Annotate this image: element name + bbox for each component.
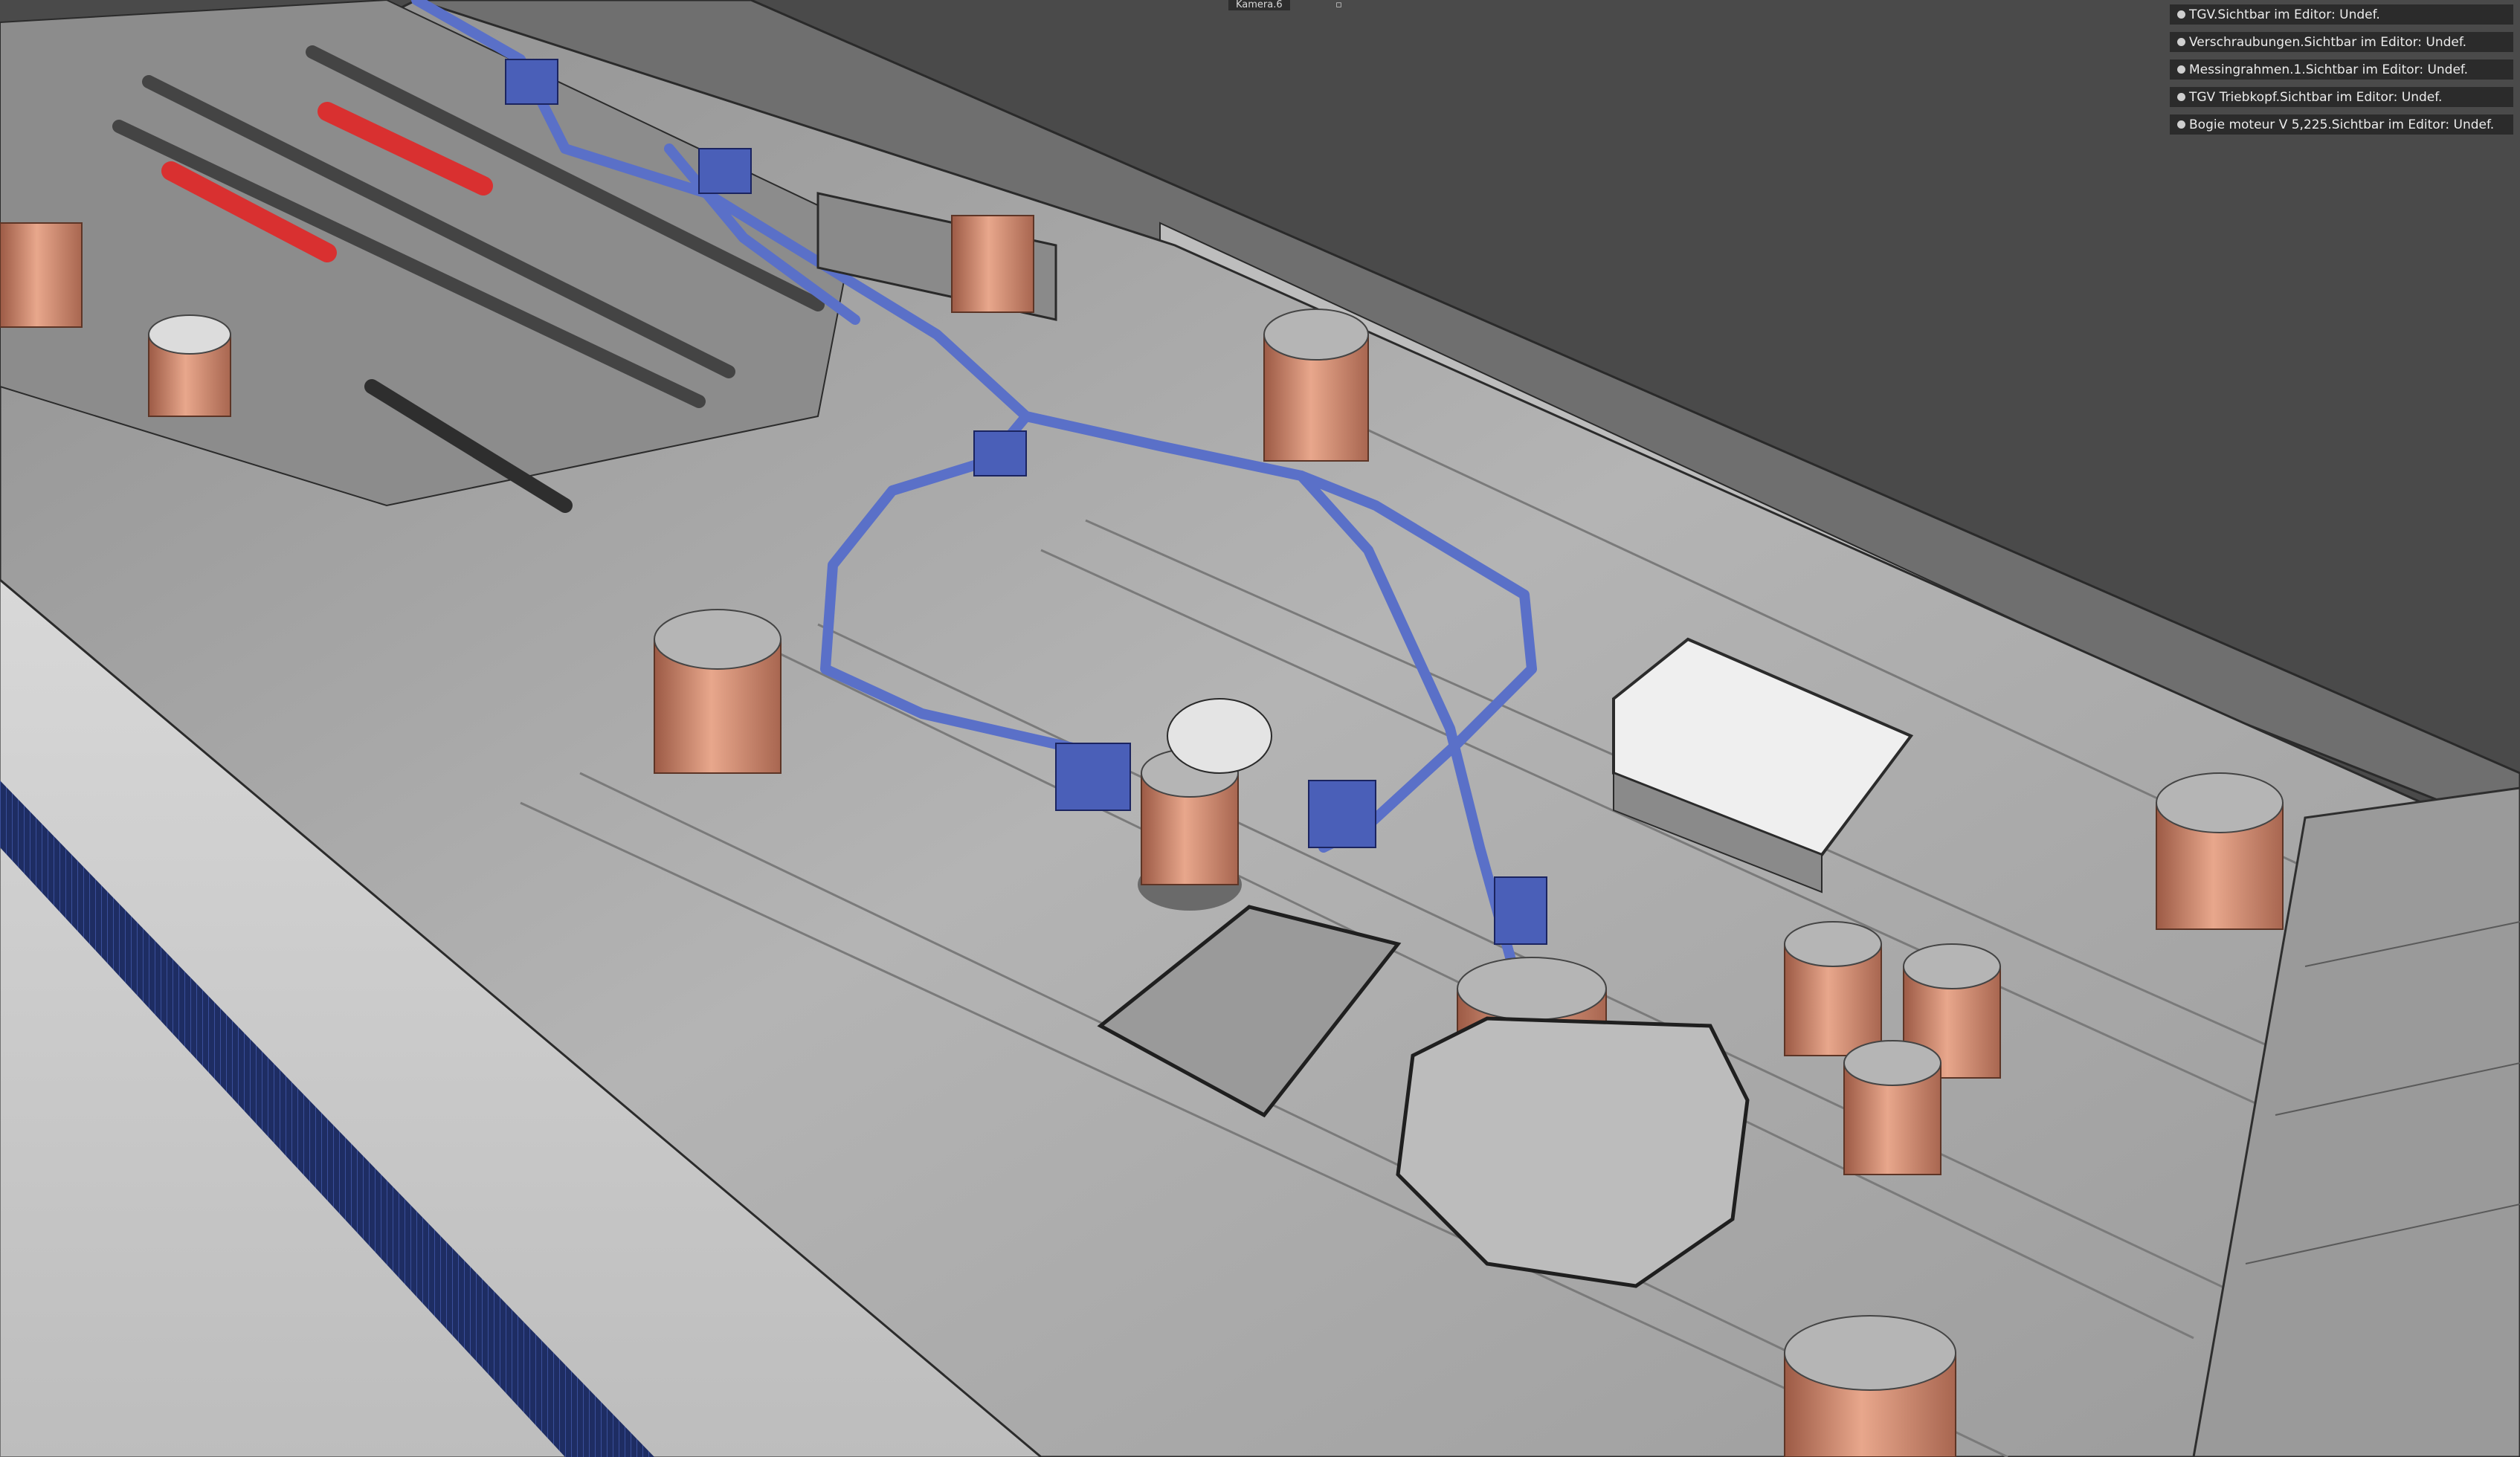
insulator-stack — [1784, 1315, 1956, 1457]
status-dot-icon — [2177, 10, 2185, 19]
insulator-stack — [654, 609, 782, 774]
overlay-marker-icon: ▫ — [1335, 0, 1342, 10]
insulator-stack — [2156, 772, 2284, 930]
status-dot-icon — [2177, 65, 2185, 74]
hud-row: Bogie moteur V 5,225.Sichtbar im Editor:… — [2170, 114, 2513, 135]
hud-row: TGV.Sichtbar im Editor: Undef. — [2170, 4, 2513, 25]
visibility-hud: TGV.Sichtbar im Editor: Undef. Verschrau… — [2170, 4, 2513, 142]
hud-row: Verschraubungen.Sichtbar im Editor: Unde… — [2170, 32, 2513, 52]
status-dot-icon — [2177, 38, 2185, 46]
dome — [1167, 698, 1272, 774]
hud-row: Messingrahmen.1.Sichtbar im Editor: Unde… — [2170, 59, 2513, 80]
hud-row-text: TGV.Sichtbar im Editor: Undef. — [2189, 7, 2380, 22]
3d-viewport[interactable]: Kamera.6 ▫ TGV.Sichtbar im Editor: Undef… — [0, 0, 2520, 1457]
hud-row-text: Bogie moteur V 5,225.Sichtbar im Editor:… — [2189, 117, 2495, 132]
scene-render — [0, 0, 2520, 1457]
hud-row-text: Verschraubungen.Sichtbar im Editor: Unde… — [2189, 34, 2467, 50]
hud-row-text: TGV Triebkopf.Sichtbar im Editor: Undef. — [2189, 89, 2443, 105]
camera-label[interactable]: Kamera.6 — [1228, 0, 1290, 10]
hud-row-text: Messingrahmen.1.Sichtbar im Editor: Unde… — [2189, 62, 2469, 77]
status-dot-icon — [2177, 93, 2185, 101]
insulator-stack — [1263, 308, 1369, 462]
status-dot-icon — [2177, 120, 2185, 129]
hud-row: TGV Triebkopf.Sichtbar im Editor: Undef. — [2170, 87, 2513, 107]
